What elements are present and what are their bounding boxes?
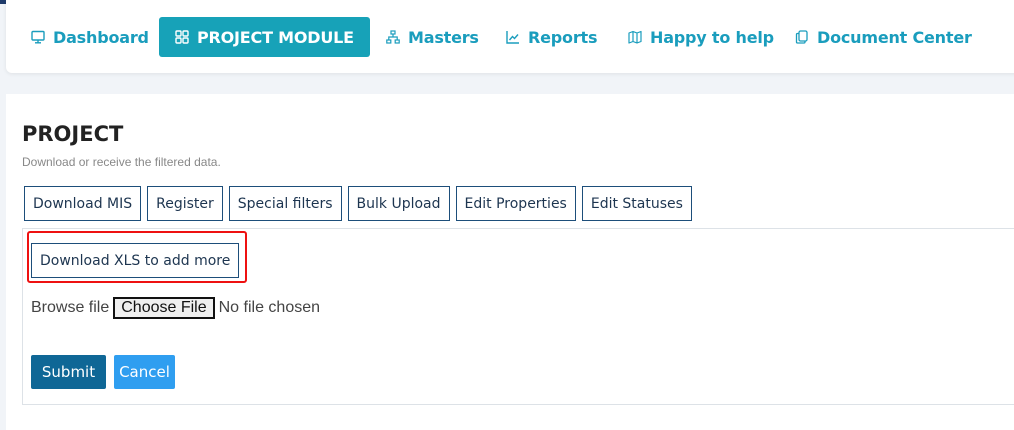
page-title: PROJECT: [22, 122, 124, 146]
content-panel: PROJECT Download or receive the filtered…: [6, 94, 1014, 430]
documents-icon: [795, 30, 808, 44]
sitemap-icon: [386, 30, 400, 44]
nav-dashboard[interactable]: Dashboard: [31, 17, 149, 57]
nav-document-center-label: Document Center: [817, 27, 972, 47]
browse-file-label: Browse file: [31, 299, 110, 316]
nav-happy-to-help[interactable]: Happy to help: [628, 17, 774, 57]
action-toolbar: Download MIS Register Special filters Bu…: [24, 186, 692, 221]
nav-project-module-label: PROJECT MODULE: [197, 27, 354, 47]
download-xls-button[interactable]: Download XLS to add more: [31, 243, 240, 278]
grid-icon: [175, 30, 189, 44]
nav-document-center[interactable]: Document Center: [795, 17, 972, 57]
page-subtitle: Download or receive the filtered data.: [22, 155, 221, 169]
chart-line-icon: [506, 31, 519, 44]
nav-reports[interactable]: Reports: [506, 17, 597, 57]
register-button[interactable]: Register: [147, 186, 223, 221]
file-status-text: No file chosen: [218, 299, 321, 316]
top-navigation: Dashboard PROJECT MODULE Masters Reports…: [6, 0, 1014, 73]
nav-masters-label: Masters: [408, 27, 479, 47]
nav-happy-to-help-label: Happy to help: [650, 27, 774, 47]
nav-project-module[interactable]: PROJECT MODULE: [159, 17, 370, 57]
edit-properties-button[interactable]: Edit Properties: [455, 186, 576, 221]
choose-file-button[interactable]: Choose File: [113, 297, 215, 319]
nav-reports-label: Reports: [528, 27, 598, 47]
cancel-button[interactable]: Cancel: [114, 355, 175, 389]
download-mis-button[interactable]: Download MIS: [24, 186, 142, 221]
nav-dashboard-label: Dashboard: [53, 27, 149, 47]
edit-statuses-button[interactable]: Edit Statuses: [581, 186, 692, 221]
special-filters-button[interactable]: Special filters: [228, 186, 342, 221]
map-icon: [628, 30, 642, 44]
file-browse-row: Browse file Choose File No file chosen: [31, 297, 320, 319]
bulk-upload-panel: Download XLS to add more Browse file Cho…: [22, 228, 1014, 405]
monitor-icon: [31, 30, 45, 44]
nav-masters[interactable]: Masters: [386, 17, 479, 57]
bulk-upload-button[interactable]: Bulk Upload: [347, 186, 450, 221]
submit-button[interactable]: Submit: [31, 355, 106, 389]
